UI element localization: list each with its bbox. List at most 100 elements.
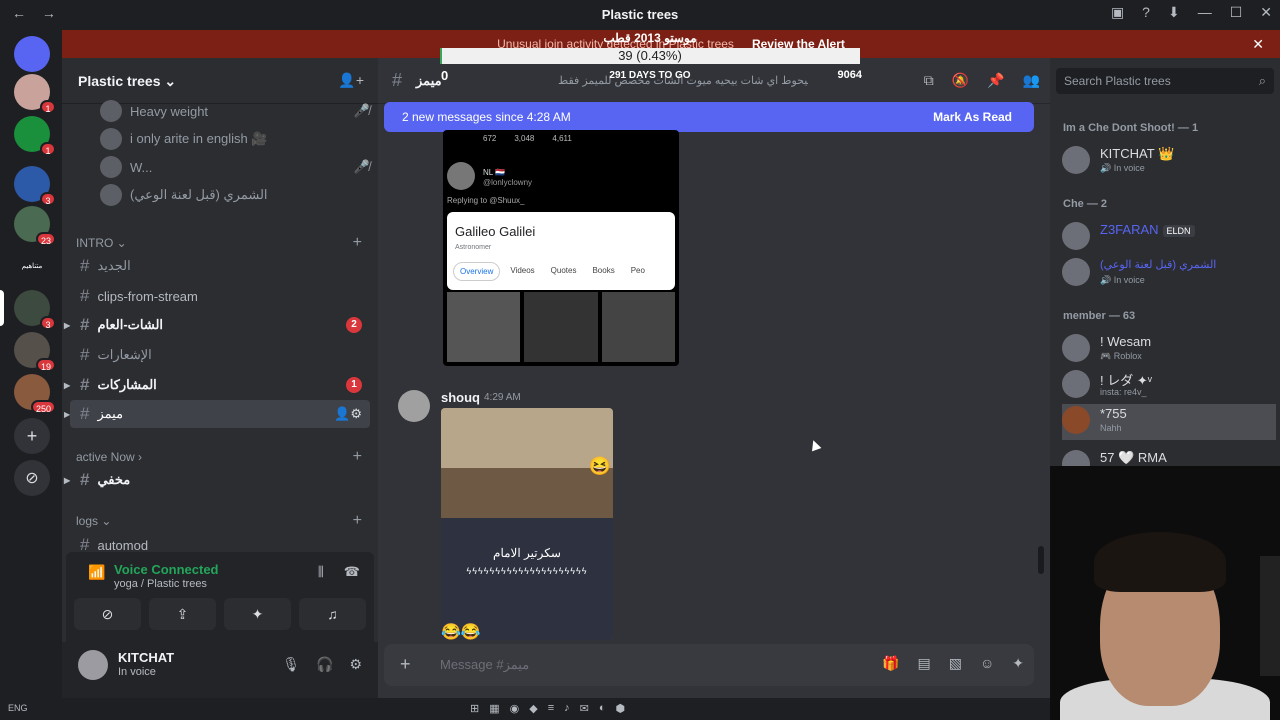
help-icon[interactable]: ? xyxy=(1142,4,1150,21)
channel-item[interactable]: ▶ # مخفي xyxy=(64,466,370,494)
voice-member[interactable]: i only arite in english 🎥 xyxy=(100,126,370,152)
category-intro[interactable]: INTRO ⌄ + xyxy=(76,234,362,252)
channel-settings-icons[interactable]: 👤⚙ xyxy=(334,406,362,422)
video-attachment[interactable]: 😆 سكرتير الامام ϟϟϟϟϟϟϟϟϟϟϟϟϟϟϟϟϟϟϟϟϟ 😂😂 xyxy=(441,408,613,640)
add-channel-icon[interactable]: + xyxy=(353,512,362,530)
channel-item[interactable]: # الإشعارات xyxy=(70,341,370,369)
avatar[interactable] xyxy=(398,390,430,422)
message-input[interactable]: Message #ميمز xyxy=(440,657,529,673)
member-name: 57 🤍 RMA xyxy=(1100,450,1167,465)
threads-icon[interactable]: ⧉ xyxy=(924,72,934,89)
member-list-icon[interactable]: 👥 xyxy=(1023,72,1040,89)
channel-item[interactable]: ▶ # المشاركات 1 xyxy=(64,371,370,399)
voice-member[interactable]: W... 🎤̸ xyxy=(100,154,370,180)
camera-off-button[interactable]: ⊘ xyxy=(74,598,141,630)
member-item[interactable]: KITCHAT 👑 🔊 In voice xyxy=(1062,144,1276,180)
hash-icon: # xyxy=(80,470,90,489)
voice-member[interactable]: Heavy weight 🎤̸ xyxy=(100,98,370,124)
hash-icon: # xyxy=(80,315,90,334)
channel-item[interactable]: # الجديد xyxy=(70,252,370,280)
server-icon[interactable]: 23 xyxy=(14,206,56,246)
taskbar-app-icon[interactable]: ◐ xyxy=(599,702,606,715)
channel-item[interactable]: ▶ # الشات-العام 2 xyxy=(64,311,370,339)
add-channel-icon[interactable]: + xyxy=(353,234,362,252)
scrollbar[interactable] xyxy=(1038,546,1044,574)
avatar[interactable] xyxy=(78,650,108,680)
attach-icon[interactable]: + xyxy=(400,654,411,675)
category-logs[interactable]: logs ⌄ + xyxy=(76,512,362,530)
minimize-icon[interactable]: — xyxy=(1198,4,1212,21)
server-icon[interactable]: 250 xyxy=(14,374,56,414)
muted-icon: 🎤̸ xyxy=(353,159,370,174)
message-composer[interactable]: + Message #ميمز 🎁 ▤ ▧ ☺ ✦ xyxy=(384,644,1034,686)
server-icon[interactable]: متناهيم xyxy=(14,248,50,284)
taskbar-app-icon[interactable]: ♪ xyxy=(564,702,570,715)
emoji-icon[interactable]: ☺ xyxy=(980,655,994,672)
taskbar-app-icon[interactable]: ◉ xyxy=(510,702,520,715)
member-item[interactable]: ! レダ ✦ᵛ insta: re4v_ xyxy=(1062,368,1276,404)
voice-location[interactable]: yoga / Plastic trees xyxy=(114,578,207,590)
taskbar-app-icon[interactable]: ▦ xyxy=(489,702,499,715)
headphones-icon[interactable]: 🎧 xyxy=(316,656,333,673)
server-name[interactable]: Plastic trees ⌄ xyxy=(78,73,176,90)
username[interactable]: KITCHAT xyxy=(118,650,174,665)
server-icon[interactable]: 3 xyxy=(14,166,56,206)
gift-icon[interactable]: 🎁 xyxy=(882,655,899,672)
discover-icon[interactable]: ⊘ xyxy=(14,460,50,496)
add-channel-icon[interactable]: + xyxy=(353,448,362,466)
new-messages-bar[interactable]: 2 new messages since 4:28 AM Mark As Rea… xyxy=(384,102,1034,132)
search-input[interactable]: Search Plastic trees ⌕ xyxy=(1056,68,1274,94)
server-icon[interactable]: 1 xyxy=(14,74,56,114)
taskbar-app-icon[interactable]: ◆ xyxy=(529,702,537,715)
taskbar-app-icon[interactable]: ⬢ xyxy=(616,702,626,715)
image-attachment[interactable]: 672 3,048 4,611 NL 🇳🇱 @lonlyclowny Reply… xyxy=(443,130,679,366)
message-author[interactable]: shouq xyxy=(441,390,480,405)
inbox-icon[interactable]: ▣ xyxy=(1111,4,1124,21)
member-item[interactable]: *755 Nahh xyxy=(1062,404,1276,440)
voice-status[interactable]: Voice Connected xyxy=(114,562,219,577)
sticker-icon[interactable]: ▧ xyxy=(949,655,962,672)
channel-item-selected[interactable]: ▶ # ميمز 👤⚙ xyxy=(64,400,370,428)
server-icon[interactable]: 1 xyxy=(14,116,56,156)
card-tab: Videos xyxy=(510,266,535,275)
activities-button[interactable]: ✦ xyxy=(224,598,291,630)
microphone-icon[interactable]: 🎙 xyxy=(282,656,300,673)
pin-icon[interactable]: 📌 xyxy=(987,72,1004,89)
noise-suppression-icon[interactable]: ⫼ xyxy=(318,564,324,580)
server-icon[interactable]: 3 xyxy=(14,290,56,330)
server-icon[interactable]: 19 xyxy=(14,332,56,372)
gif-icon[interactable]: ▤ xyxy=(918,655,931,672)
notifications-icon[interactable]: 🔕 xyxy=(952,72,969,89)
new-messages-text[interactable]: 2 new messages since 4:28 AM xyxy=(402,110,571,124)
download-icon[interactable]: ⬇ xyxy=(1168,4,1180,21)
voice-member[interactable]: الشمري (قبل لعنة الوعي) xyxy=(100,182,370,208)
direct-messages-icon[interactable] xyxy=(14,36,50,72)
category-active[interactable]: active Now › + xyxy=(76,448,362,466)
member-item[interactable]: الشمري (قبل لعنة الوعي) 🔊 In voice xyxy=(1062,256,1276,292)
taskbar-app-icon[interactable]: ≡ xyxy=(548,702,554,715)
webcam-overlay xyxy=(1050,466,1280,720)
screen-share-button[interactable]: ⇪ xyxy=(149,598,216,630)
apps-icon[interactable]: ✦ xyxy=(1012,655,1024,672)
muted-icon: 🎤̸ xyxy=(353,103,370,118)
soundboard-button[interactable]: ♫ xyxy=(299,598,366,630)
member-item[interactable]: ! Wesam 🎮 Roblox xyxy=(1062,332,1276,368)
mention-badge: 2 xyxy=(346,317,362,333)
member-item[interactable]: Z3FARAN ELDN xyxy=(1062,220,1276,256)
invite-icon[interactable]: 👤+ xyxy=(338,72,364,89)
maximize-icon[interactable]: ☐ xyxy=(1230,4,1243,21)
taskbar-app-icon[interactable]: ✉ xyxy=(580,702,589,715)
mark-as-read-button[interactable]: Mark As Read xyxy=(933,110,1012,124)
member-item[interactable]: 57 🤍 RMA xyxy=(1062,448,1276,466)
close-window-icon[interactable]: ✕ xyxy=(1260,4,1272,21)
window-controls: ▣ ? ⬇ — ☐ ✕ xyxy=(1111,4,1272,21)
taskbar-app-icon[interactable]: ⊞ xyxy=(470,702,479,715)
search-icon[interactable]: ⌕ xyxy=(1259,73,1266,89)
gear-icon[interactable]: ⚙ xyxy=(349,656,362,673)
channel-item[interactable]: # clips-from-stream xyxy=(70,282,370,310)
close-icon[interactable]: ✕ xyxy=(1252,36,1264,53)
disconnect-icon[interactable]: ☎ xyxy=(344,564,360,580)
add-server-button[interactable]: + xyxy=(14,418,50,454)
language-indicator[interactable]: ENG xyxy=(8,703,28,713)
portrait-image xyxy=(524,292,598,362)
